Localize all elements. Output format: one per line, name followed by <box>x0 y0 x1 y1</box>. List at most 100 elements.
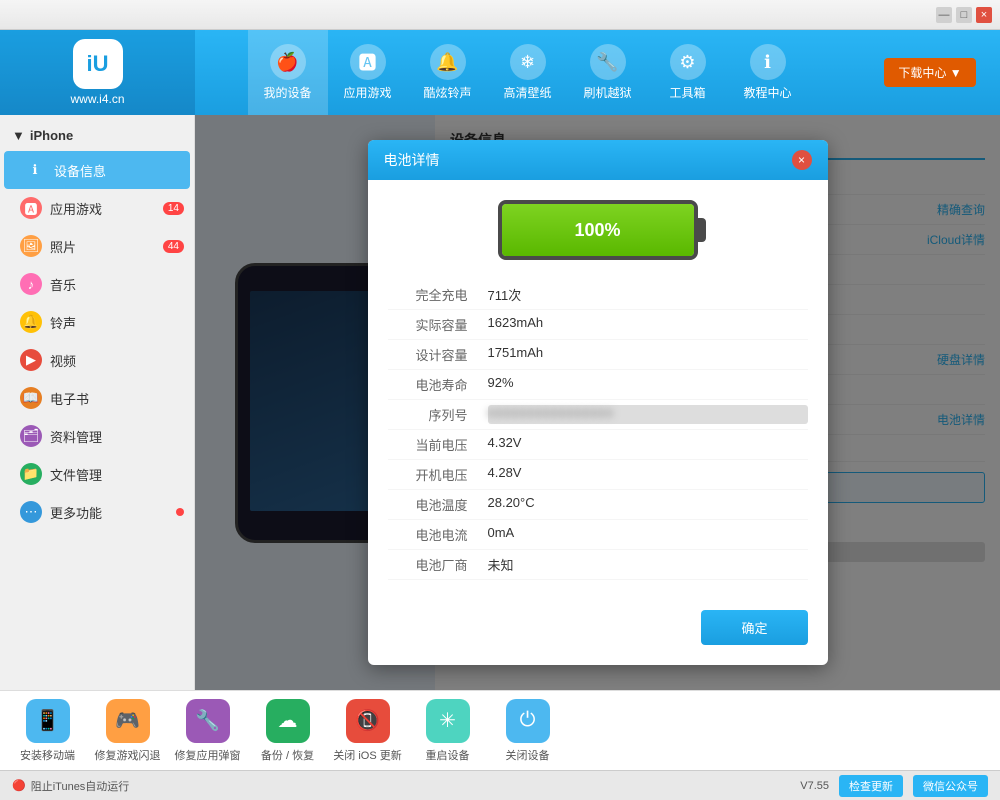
maximize-button[interactable]: □ <box>956 7 972 23</box>
main-area: ▼ iPhone ℹ设备信息🅰应用游戏14🖼照片44♪音乐🔔铃声▶视频📖电子书🗂… <box>0 115 1000 690</box>
sidebar-icon-ringtones: 🔔 <box>20 311 42 333</box>
sidebar-item-ringtones[interactable]: 🔔铃声 <box>0 303 194 341</box>
sidebar-icon-file-manage: 📁 <box>20 463 42 485</box>
modal-field-label-5: 当前电压 <box>388 435 468 454</box>
close-button[interactable]: × <box>976 7 992 23</box>
logo-symbol: iU <box>87 51 109 77</box>
minimize-button[interactable]: — <box>936 7 952 23</box>
battery-detail-modal: 电池详情 × 100% 完全充电 711次实际容量 1623mAh 设计容量1751m… <box>368 140 828 665</box>
modal-close-button[interactable]: × <box>792 150 812 170</box>
nav-item-jailbreak[interactable]: 🔧刷机越狱 <box>568 30 648 115</box>
modal-header: 电池详情 × <box>368 140 828 180</box>
modal-field-label-7: 电池温度 <box>388 495 468 514</box>
sidebar-item-photos[interactable]: 🖼照片44 <box>0 227 194 265</box>
sidebar-item-music[interactable]: ♪音乐 <box>0 265 194 303</box>
modal-confirm-button[interactable]: 确定 <box>701 610 807 645</box>
nav-label-my-device: 我的设备 <box>263 84 311 101</box>
modal-field-value-0: 711次 <box>488 285 808 304</box>
tool-icon-close-ios-update: 📵 <box>346 699 390 743</box>
sidebar-icon-more: ⋯ <box>20 501 42 523</box>
nav-items: 🍎我的设备🅰应用游戏🔔酷炫铃声❄高清壁纸🔧刷机越狱 ⚙ 工具箱 ℹ 教程中心 <box>195 30 860 115</box>
sidebar-item-data-manage[interactable]: 🗂 资料管理 <box>0 417 194 455</box>
download-button[interactable]: 下载中心 ▼ <box>884 58 975 87</box>
content-area: 设备信息电量已满100%Apple ID锁未开启精确查询iCloud未开启iCl… <box>195 115 1000 690</box>
modal-field-value-5: 4.32V <box>488 435 808 454</box>
tool-icon-shutdown: ⏻ <box>506 699 550 743</box>
nav-item-tutorials[interactable]: ℹ 教程中心 <box>728 30 808 115</box>
modal-field-label-1: 实际容量 <box>388 315 468 334</box>
wechat-button[interactable]: 微信公众号 <box>913 775 988 797</box>
nav-label-tools: 工具箱 <box>669 84 705 101</box>
nav-item-my-device[interactable]: 🍎我的设备 <box>248 30 328 115</box>
sidebar-label-video: 视频 <box>50 351 76 370</box>
modal-field-label-0: 完全充电 <box>388 285 468 304</box>
tool-btn-restart[interactable]: ✳重启设备 <box>410 699 485 763</box>
tool-btn-fix-app-crash[interactable]: 🔧修复应用弹窗 <box>170 699 245 763</box>
tool-label-install-mobile: 安装移动端 <box>20 747 75 763</box>
nav-icon-wallpaper: ❄ <box>510 44 546 80</box>
battery-fill: 100% <box>502 204 694 256</box>
sidebar-label-file-manage: 文件管理 <box>50 465 102 484</box>
tool-btn-backup[interactable]: ☁备份 / 恢复 <box>250 699 325 763</box>
battery-visual: 100% <box>388 200 808 260</box>
tool-btn-shutdown[interactable]: ⏻ 关闭设备 <box>490 699 565 763</box>
modal-field-label-3: 电池寿命 <box>388 375 468 394</box>
tool-icon-install-mobile: 📱 <box>26 699 70 743</box>
sidebar-item-ebook[interactable]: 📖电子书 <box>0 379 194 417</box>
sidebar-label-apps: 应用游戏 <box>50 199 102 218</box>
nav-item-ringtones[interactable]: 🔔酷炫铃声 <box>408 30 488 115</box>
sidebar-item-video[interactable]: ▶ 视频 <box>0 341 194 379</box>
modal-title: 电池详情 <box>384 150 440 170</box>
nav-icon-tools: ⚙ <box>670 44 706 80</box>
chevron-down-icon: ▼ <box>12 128 25 143</box>
tool-btn-close-ios-update[interactable]: 📵关闭 iOS 更新 <box>330 699 405 763</box>
modal-field-row-2: 设计容量1751mAh <box>388 340 808 370</box>
battery-percentage: 100% <box>574 220 620 241</box>
tool-icon-backup: ☁ <box>266 699 310 743</box>
sidebar: ▼ iPhone ℹ设备信息🅰应用游戏14🖼照片44♪音乐🔔铃声▶视频📖电子书🗂… <box>0 115 195 690</box>
nav-icon-tutorials: ℹ <box>750 44 786 80</box>
nav-item-apps[interactable]: 🅰应用游戏 <box>328 30 408 115</box>
status-bar: 🔴 阻止iTunes自动运行 V7.55 检查更新 微信公众号 <box>0 770 1000 800</box>
modal-field-row-5: 当前电压 4.32V <box>388 430 808 460</box>
modal-field-row-4: 序列号 ■■■■■■■■■■■■■■■■ <box>388 400 808 430</box>
modal-field-row-8: 电池电流0mA <box>388 520 808 550</box>
sidebar-icon-data-manage: 🗂 <box>20 425 42 447</box>
check-update-button[interactable]: 检查更新 <box>839 775 903 797</box>
modal-field-row-1: 实际容量 1623mAh <box>388 310 808 340</box>
sidebar-icon-music: ♪ <box>20 273 42 295</box>
logo-area: iU www.i4.cn <box>0 30 195 115</box>
warning-icon: 🔴 <box>12 779 26 792</box>
nav-item-wallpaper[interactable]: ❄高清壁纸 <box>488 30 568 115</box>
modal-field-value-3: 92% <box>488 375 808 394</box>
battery-cap <box>696 218 706 242</box>
modal-field-value-2: 1751mAh <box>488 345 808 364</box>
sidebar-item-apps[interactable]: 🅰应用游戏14 <box>0 189 194 227</box>
nav-item-tools[interactable]: ⚙ 工具箱 <box>648 30 728 115</box>
sidebar-icon-apps: 🅰 <box>20 197 42 219</box>
sidebar-item-more[interactable]: ⋯更多功能 <box>0 493 194 531</box>
modal-field-row-7: 电池温度 28.20°C <box>388 490 808 520</box>
sidebar-icon-video: ▶ <box>20 349 42 371</box>
tool-label-shutdown: 关闭设备 <box>506 747 550 763</box>
logo-text: www.i4.cn <box>70 92 124 106</box>
modal-footer: 确定 <box>368 600 828 665</box>
modal-field-value-4: ■■■■■■■■■■■■■■■■ <box>488 405 808 424</box>
tool-btn-install-mobile[interactable]: 📱 安装移动端 <box>10 699 85 763</box>
modal-field-label-4: 序列号 <box>388 405 468 424</box>
badge-more <box>176 508 184 516</box>
tool-btn-fix-game-crash[interactable]: 🎮修复游戏闪退 <box>90 699 165 763</box>
sidebar-label-data-manage: 资料管理 <box>50 427 102 446</box>
sidebar-section-label: iPhone <box>30 128 73 143</box>
version-label: V7.55 <box>800 780 829 792</box>
modal-field-label-6: 开机电压 <box>388 465 468 484</box>
tool-label-fix-app-crash: 修复应用弹窗 <box>175 747 241 763</box>
sidebar-item-device-info[interactable]: ℹ设备信息 <box>4 151 190 189</box>
sidebar-section-header[interactable]: ▼ iPhone <box>0 120 194 151</box>
sidebar-item-file-manage[interactable]: 📁 文件管理 <box>0 455 194 493</box>
modal-field-value-7: 28.20°C <box>488 495 808 514</box>
modal-field-value-1: 1623mAh <box>488 315 808 334</box>
status-left: 🔴 阻止iTunes自动运行 <box>12 778 129 794</box>
modal-overlay: 电池详情 × 100% 完全充电 711次实际容量 1623mAh 设计容量1751m… <box>195 115 1000 690</box>
nav-label-tutorials: 教程中心 <box>743 84 791 101</box>
